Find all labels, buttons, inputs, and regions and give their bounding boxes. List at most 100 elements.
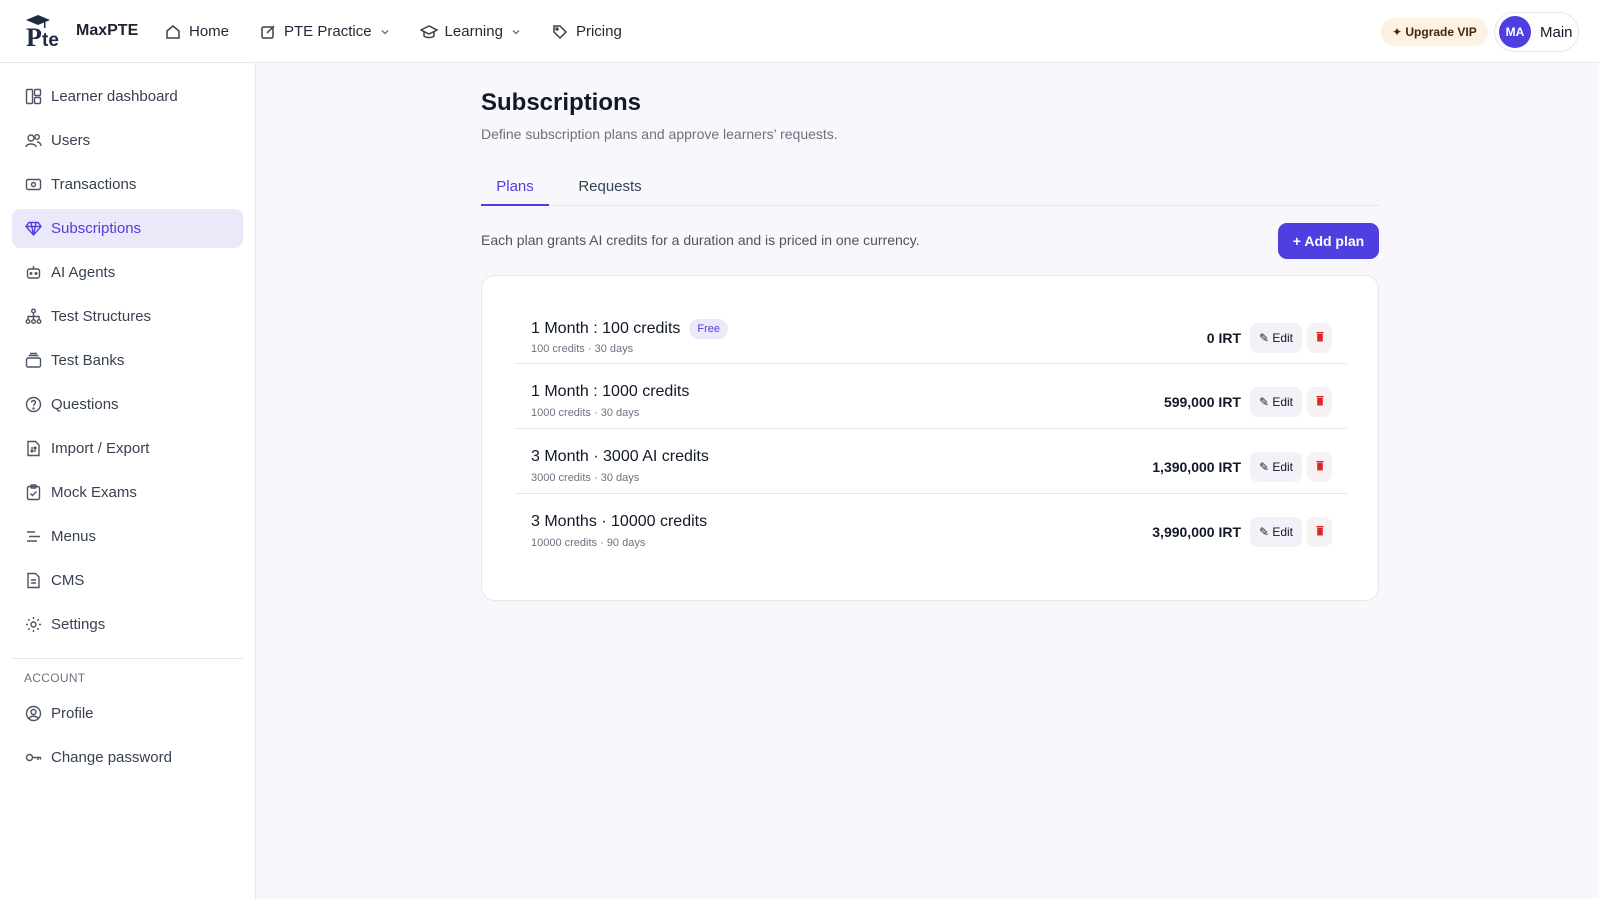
sidebar-item-settings[interactable]: Settings	[12, 605, 243, 644]
sidebar-item-label: Change password	[51, 749, 172, 766]
sidebar-divider	[12, 658, 243, 659]
plans-card: 1 Month : 100 credits Free 100 credits ·…	[481, 275, 1379, 601]
sidebar-item-menus[interactable]: Menus	[12, 517, 243, 556]
robot-icon	[24, 264, 42, 282]
tab-plans[interactable]: Plans	[481, 170, 549, 206]
document-icon	[24, 572, 42, 590]
nav-pricing[interactable]: Pricing	[551, 23, 622, 41]
plan-name: 1 Month : 1000 credits	[531, 383, 690, 400]
logo[interactable]: P te MaxPTE	[24, 14, 138, 48]
plan-meta: 1000 credits · 30 days	[531, 407, 640, 419]
tag-icon	[551, 23, 569, 41]
sidebar-item-change-password[interactable]: Change password	[12, 738, 243, 777]
sidebar-item-label: Settings	[51, 616, 106, 633]
plan-name: 3 Months · 10000 credits	[531, 513, 708, 530]
plan-row: 3 Month · 3000 AI credits 3000 credits ·…	[515, 429, 1347, 494]
sidebar-item-label: Menus	[51, 528, 97, 545]
sidebar-item-questions[interactable]: Questions	[12, 385, 243, 424]
plan-name-wrap: 1 Month : 1000 credits	[531, 383, 689, 401]
trash-icon	[1316, 523, 1324, 541]
nav-pte-practice[interactable]: PTE Practice	[259, 23, 390, 41]
edit-plan-button[interactable]: ✎ Edit	[1250, 387, 1302, 417]
nav-pricing-label: Pricing	[575, 23, 622, 40]
sidebar-item-profile[interactable]: Profile	[12, 694, 243, 733]
add-plan-button[interactable]: + Add plan	[1278, 223, 1379, 259]
sidebar-item-import-export[interactable]: Import / Export	[12, 429, 243, 468]
sidebar-item-mock-exams[interactable]: Mock Exams	[12, 473, 243, 512]
tabs: Plans Requests	[481, 170, 1379, 206]
sidebar: Learner dashboard Users Transactions Sub…	[0, 63, 256, 899]
chevron-down-icon	[380, 27, 390, 37]
delete-plan-button[interactable]	[1307, 387, 1332, 417]
plan-price: 1,390,000 IRT	[1152, 459, 1241, 475]
plan-name-wrap: 3 Months · 10000 credits	[531, 513, 707, 531]
sidebar-item-label: Users	[51, 132, 91, 149]
question-icon	[24, 396, 42, 414]
sidebar-item-label: Learner dashboard	[51, 88, 178, 105]
nav-learning[interactable]: Learning	[419, 23, 521, 41]
plan-meta: 3000 credits · 30 days	[531, 472, 640, 484]
delete-plan-button[interactable]	[1307, 452, 1332, 482]
nav-pte-practice-label: PTE Practice	[284, 23, 372, 40]
trash-icon	[1316, 393, 1324, 411]
tab-requests[interactable]: Requests	[565, 170, 655, 206]
edit-plan-button[interactable]: ✎ Edit	[1250, 323, 1302, 353]
cash-icon	[24, 176, 42, 194]
sidebar-item-label: AI Agents	[51, 264, 116, 281]
plan-row: 1 Month : 1000 credits 1000 credits · 30…	[515, 364, 1347, 429]
upgrade-vip-button[interactable]: ✦ Upgrade VIP	[1381, 18, 1488, 46]
plan-name-wrap: 3 Month · 3000 AI credits	[531, 448, 709, 466]
plan-name-wrap: 1 Month : 100 credits Free	[531, 319, 729, 339]
stack-icon	[24, 352, 42, 370]
user-name: Main	[1540, 23, 1573, 41]
sidebar-item-cms[interactable]: CMS	[12, 561, 243, 600]
chevron-down-icon	[511, 27, 521, 37]
sidebar-item-ai-agents[interactable]: AI Agents	[12, 253, 243, 292]
sidebar-item-test-banks[interactable]: Test Banks	[12, 341, 243, 380]
plan-price: 599,000 IRT	[1163, 394, 1241, 410]
avatar: MA	[1499, 16, 1531, 48]
user-menu-button[interactable]: MA Main	[1494, 12, 1579, 52]
plan-name: 1 Month : 100 credits	[531, 320, 681, 337]
sidebar-item-test-structures[interactable]: Test Structures	[12, 297, 243, 336]
logo-text: MaxPTE	[76, 22, 139, 39]
plan-name: 3 Month · 3000 AI credits	[531, 448, 709, 465]
sidebar-item-label: CMS	[51, 572, 85, 589]
dashboard-icon	[24, 88, 42, 106]
sidebar-item-users[interactable]: Users	[12, 121, 243, 160]
key-icon	[24, 749, 42, 767]
sidebar-item-learner-dashboard[interactable]: Learner dashboard	[12, 77, 243, 116]
edit-icon	[259, 23, 277, 41]
svg-text:P: P	[26, 23, 42, 48]
sidebar-item-label: Questions	[51, 396, 119, 413]
page-title: Subscriptions	[481, 89, 642, 116]
sidebar-item-subscriptions[interactable]: Subscriptions	[12, 209, 243, 248]
plan-row: 3 Months · 10000 credits 10000 credits ·…	[515, 494, 1347, 559]
clipboard-icon	[24, 484, 42, 502]
sidebar-item-label: Import / Export	[51, 440, 150, 457]
sidebar-item-label: Test Structures	[51, 308, 152, 325]
sidebar-item-label: Subscriptions	[51, 220, 142, 237]
edit-plan-button[interactable]: ✎ Edit	[1250, 517, 1302, 547]
plan-price: 3,990,000 IRT	[1152, 524, 1241, 540]
diamond-icon	[24, 220, 42, 238]
delete-plan-button[interactable]	[1307, 517, 1332, 547]
users-icon	[24, 132, 42, 150]
delete-plan-button[interactable]	[1307, 323, 1332, 353]
nav-home-label: Home	[189, 23, 230, 40]
plan-price: 0 IRT	[1206, 330, 1241, 346]
page-subtitle: Define subscription plans and approve le…	[481, 126, 838, 142]
plans-description: Each plan grants AI credits for a durati…	[481, 232, 920, 248]
nav-home[interactable]: Home	[164, 23, 229, 41]
plan-meta: 100 credits · 30 days	[531, 343, 634, 355]
hierarchy-icon	[24, 308, 42, 326]
sidebar-item-transactions[interactable]: Transactions	[12, 165, 243, 204]
plan-meta: 10000 credits · 90 days	[531, 537, 646, 549]
top-navbar: P te MaxPTE Home PTE Practice Learning P…	[0, 0, 1599, 63]
sidebar-item-label: Test Banks	[51, 352, 125, 369]
menu-lines-icon	[24, 528, 42, 546]
free-badge: Free	[689, 319, 729, 339]
trash-icon	[1316, 458, 1324, 476]
edit-plan-button[interactable]: ✎ Edit	[1250, 452, 1302, 482]
graduation-cap-icon	[419, 23, 438, 41]
